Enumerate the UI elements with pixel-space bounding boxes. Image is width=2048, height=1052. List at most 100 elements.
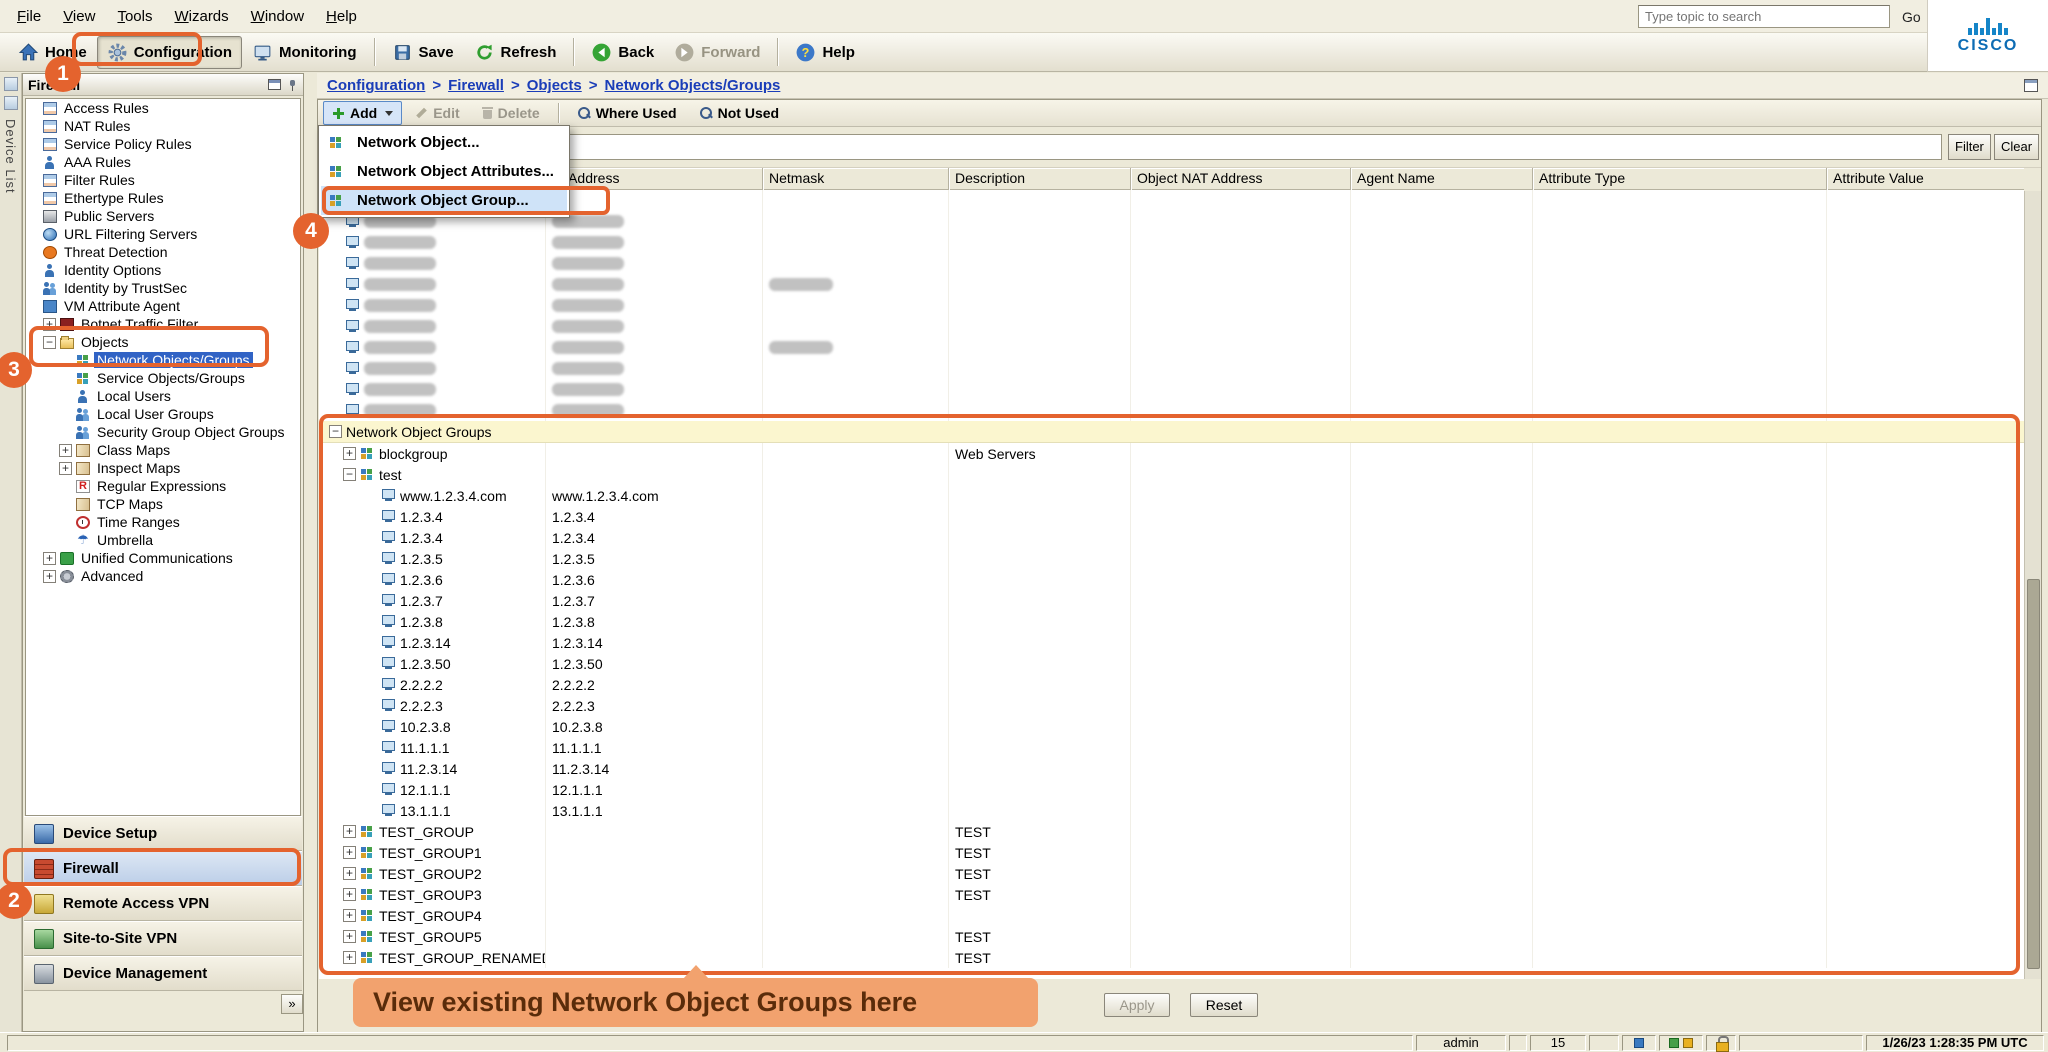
group-row-test-group4[interactable]: +TEST_GROUP4 xyxy=(319,905,2024,926)
nav-remote-access-vpn[interactable]: Remote Access VPN xyxy=(24,886,302,921)
sidebar-item-local-user-groups[interactable]: Local User Groups xyxy=(26,405,300,423)
sidebar-item-access-rules[interactable]: Access Rules xyxy=(26,99,300,117)
tree-expander[interactable]: + xyxy=(43,318,56,331)
sidebar-item-unified-communications[interactable]: +Unified Communications xyxy=(26,549,300,567)
nav-site-to-site-vpn[interactable]: Site-to-Site VPN xyxy=(24,921,302,956)
network-object-groups-header[interactable]: −Network Object Groups xyxy=(319,421,2024,443)
sidebar-item-umbrella[interactable]: ☂Umbrella xyxy=(26,531,300,549)
object-row-2-2-2-3[interactable]: 2.2.2.32.2.2.3 xyxy=(319,695,2024,716)
tree-expander[interactable]: − xyxy=(43,336,56,349)
breadcrumb-segment-firewall[interactable]: Firewall xyxy=(448,77,504,94)
menu-item-network-object[interactable]: Network Object... xyxy=(321,128,567,157)
nav-firewall[interactable]: Firewall xyxy=(24,851,302,886)
tree-expander[interactable]: + xyxy=(43,552,56,565)
group-expander[interactable]: + xyxy=(343,909,356,922)
breadcrumb-segment-objects[interactable]: Objects xyxy=(527,77,582,94)
sidebar-item-identity-by-trustsec[interactable]: Identity by TrustSec xyxy=(26,279,300,297)
sidebar-item-url-filtering-servers[interactable]: URL Filtering Servers xyxy=(26,225,300,243)
sidebar-item-vm-attribute-agent[interactable]: VM Attribute Agent xyxy=(26,297,300,315)
tree-expander[interactable]: + xyxy=(43,570,56,583)
nav-device-management[interactable]: Device Management xyxy=(24,956,302,991)
column-header-attribute-value[interactable]: Attribute Value xyxy=(1827,168,2024,190)
object-row-13-1-1-1[interactable]: 13.1.1.113.1.1.1 xyxy=(319,800,2024,821)
object-row-1-2-3-7[interactable]: 1.2.3.71.2.3.7 xyxy=(319,590,2024,611)
object-row-1-2-3-14[interactable]: 1.2.3.141.2.3.14 xyxy=(319,632,2024,653)
object-row-11-1-1-1[interactable]: 11.1.1.111.1.1.1 xyxy=(319,737,2024,758)
clear-button[interactable]: Clear xyxy=(1994,134,2039,160)
float-panel-icon[interactable] xyxy=(268,79,281,90)
monitoring-button[interactable]: Monitoring xyxy=(242,36,366,69)
object-row-1-2-3-4[interactable]: 1.2.3.41.2.3.4 xyxy=(319,506,2024,527)
sidebar-item-aaa-rules[interactable]: AAA Rules xyxy=(26,153,300,171)
refresh-button[interactable]: Refresh xyxy=(464,36,567,69)
groups-header-expander[interactable]: − xyxy=(329,425,342,438)
group-expander[interactable]: + xyxy=(343,867,356,880)
help-button[interactable]: ? Help xyxy=(785,36,865,69)
sidebar-item-time-ranges[interactable]: Time Ranges xyxy=(26,513,300,531)
device-list-tab[interactable]: Device List xyxy=(0,73,22,1032)
object-row-2-2-2-2[interactable]: 2.2.2.22.2.2.2 xyxy=(319,674,2024,695)
column-header-attribute-type[interactable]: Attribute Type xyxy=(1533,168,1827,190)
menu-item-help[interactable]: Help xyxy=(315,3,368,30)
breadcrumb-segment-network-objects-groups[interactable]: Network Objects/Groups xyxy=(605,77,781,94)
group-expander[interactable]: + xyxy=(343,447,356,460)
group-expander[interactable]: + xyxy=(343,951,356,964)
sidebar-item-threat-detection[interactable]: Threat Detection xyxy=(26,243,300,261)
sidebar-item-objects[interactable]: −Objects xyxy=(26,333,300,351)
reset-button[interactable]: Reset xyxy=(1190,993,1258,1017)
group-expander[interactable]: − xyxy=(343,468,356,481)
vertical-scrollbar[interactable] xyxy=(2024,191,2041,979)
object-row-11-2-3-14[interactable]: 11.2.3.1411.2.3.14 xyxy=(319,758,2024,779)
group-row-test[interactable]: −test xyxy=(319,464,2024,485)
object-row-1-2-3-8[interactable]: 1.2.3.81.2.3.8 xyxy=(319,611,2024,632)
sidebar-item-regular-expressions[interactable]: RRegular Expressions xyxy=(26,477,300,495)
go-button[interactable]: Go xyxy=(1898,7,1925,27)
object-row-1-2-3-6[interactable]: 1.2.3.61.2.3.6 xyxy=(319,569,2024,590)
pin-panel-icon[interactable] xyxy=(286,79,298,91)
scrollbar-thumb[interactable] xyxy=(2027,579,2040,969)
where-used-button[interactable]: Where Used xyxy=(568,101,686,125)
nav-device-setup[interactable]: Device Setup xyxy=(24,816,302,851)
group-row-test-group-renamed[interactable]: +TEST_GROUP_RENAMEDTEST xyxy=(319,947,2024,968)
tree-expander[interactable]: + xyxy=(59,444,72,457)
not-used-button[interactable]: Not Used xyxy=(690,101,788,125)
sidebar-item-service-objects-groups[interactable]: Service Objects/Groups xyxy=(26,369,300,387)
sidebar-item-class-maps[interactable]: +Class Maps xyxy=(26,441,300,459)
group-row-test-group3[interactable]: +TEST_GROUP3TEST xyxy=(319,884,2024,905)
group-row-test-group2[interactable]: +TEST_GROUP2TEST xyxy=(319,863,2024,884)
object-row-www-1-2-3-4-com[interactable]: www.1.2.3.4.comwww.1.2.3.4.com xyxy=(319,485,2024,506)
maximize-panel-icon[interactable] xyxy=(2024,79,2038,92)
sidebar-item-tcp-maps[interactable]: TCP Maps xyxy=(26,495,300,513)
group-row-test-group1[interactable]: +TEST_GROUP1TEST xyxy=(319,842,2024,863)
column-header-description[interactable]: Description xyxy=(949,168,1131,190)
object-row-1-2-3-50[interactable]: 1.2.3.501.2.3.50 xyxy=(319,653,2024,674)
sidebar-item-inspect-maps[interactable]: +Inspect Maps xyxy=(26,459,300,477)
column-header-object-nat-address[interactable]: Object NAT Address xyxy=(1131,168,1351,190)
column-header-netmask[interactable]: Netmask xyxy=(763,168,949,190)
column-header-ip-address[interactable]: IP Address xyxy=(546,168,763,190)
menu-item-network-object-attributes[interactable]: Network Object Attributes... xyxy=(321,157,567,186)
tree-expander[interactable]: + xyxy=(59,462,72,475)
sidebar-item-ethertype-rules[interactable]: Ethertype Rules xyxy=(26,189,300,207)
home-button[interactable]: Home xyxy=(8,36,97,69)
apply-button[interactable]: Apply xyxy=(1104,993,1170,1017)
column-header-agent-name[interactable]: Agent Name xyxy=(1351,168,1533,190)
sidebar-item-service-policy-rules[interactable]: Service Policy Rules xyxy=(26,135,300,153)
sidebar-item-filter-rules[interactable]: Filter Rules xyxy=(26,171,300,189)
menu-item-window[interactable]: Window xyxy=(240,3,315,30)
save-button[interactable]: Save xyxy=(382,36,464,69)
more-features-button[interactable]: » xyxy=(281,994,303,1014)
object-row-1-2-3-5[interactable]: 1.2.3.51.2.3.5 xyxy=(319,548,2024,569)
sidebar-item-identity-options[interactable]: Identity Options xyxy=(26,261,300,279)
sidebar-item-public-servers[interactable]: Public Servers xyxy=(26,207,300,225)
search-input[interactable] xyxy=(1638,5,1890,28)
sidebar-item-local-users[interactable]: Local Users xyxy=(26,387,300,405)
configuration-button[interactable]: Configuration xyxy=(97,36,242,69)
sidebar-item-security-group-object-groups[interactable]: Security Group Object Groups xyxy=(26,423,300,441)
object-row-1-2-3-4[interactable]: 1.2.3.41.2.3.4 xyxy=(319,527,2024,548)
group-row-blockgroup[interactable]: +blockgroupWeb Servers xyxy=(319,443,2024,464)
menu-item-file[interactable]: File xyxy=(6,3,52,30)
group-expander[interactable]: + xyxy=(343,825,356,838)
menu-item-view[interactable]: View xyxy=(52,3,106,30)
filter-input[interactable] xyxy=(382,134,1942,160)
